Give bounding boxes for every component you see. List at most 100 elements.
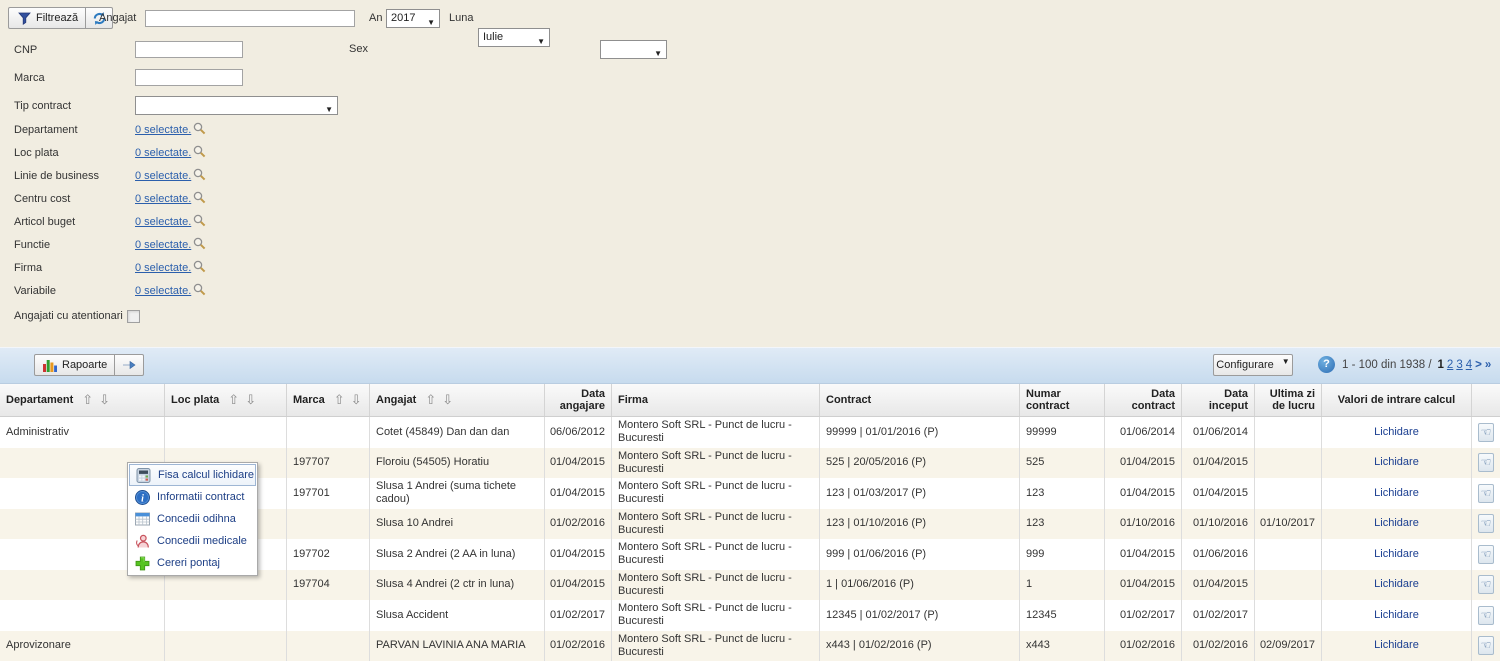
cnp-input[interactable] <box>135 41 243 58</box>
filter-button-group: Filtrează <box>8 7 113 29</box>
angajat-label: Angajat <box>99 12 136 24</box>
chevron-down-icon: ▼ <box>427 14 435 31</box>
column-header-departament[interactable]: Departament ⇧⇩ <box>0 384 165 416</box>
selectate-link[interactable]: 0 selectate. <box>135 216 191 228</box>
row-detail-hand-icon[interactable]: ☜ <box>1478 575 1494 594</box>
row-detail-hand-icon[interactable]: ☜ <box>1478 484 1494 503</box>
lichidare-link[interactable]: Lichidare <box>1374 578 1419 591</box>
sort-asc-icon[interactable]: ⇧ <box>334 393 345 407</box>
lichidare-link[interactable]: Lichidare <box>1374 548 1419 561</box>
lichidare-link[interactable]: Lichidare <box>1374 426 1419 439</box>
magnifier-icon[interactable] <box>193 283 206 299</box>
selectate-link[interactable]: 0 selectate. <box>135 285 191 297</box>
cell-data_inceput: 01/10/2016 <box>1182 509 1255 540</box>
column-header-data-contract[interactable]: Data contract <box>1105 384 1182 416</box>
pagination-last-icon[interactable]: » <box>1485 359 1491 371</box>
row-action-cell: ☜ <box>1472 509 1500 540</box>
cell-data_angajare: 01/02/2017 <box>545 600 612 631</box>
lichidare-link[interactable]: Lichidare <box>1374 639 1419 652</box>
row-detail-hand-icon[interactable]: ☜ <box>1478 545 1494 564</box>
column-header-label: Angajat <box>376 394 416 406</box>
cell-firma: Montero Soft SRL - Punct de lucru - Bucu… <box>612 417 820 448</box>
column-header-data-angajare[interactable]: Data angajare <box>545 384 612 416</box>
cell-numar_contract: 1 <box>1020 570 1105 601</box>
lookup-filter-row: Firma0 selectate. <box>14 260 1500 276</box>
an-select[interactable]: 2017 ▼ <box>386 9 440 28</box>
selectate-link[interactable]: 0 selectate. <box>135 170 191 182</box>
selectate-link[interactable]: 0 selectate. <box>135 262 191 274</box>
menu-item-cereri-pontaj[interactable]: Cereri pontaj <box>129 552 256 574</box>
menu-item-concedii-medicale[interactable]: Concedii medicale <box>129 530 256 552</box>
lichidare-link[interactable]: Lichidare <box>1374 609 1419 622</box>
menu-item-informatii-contract[interactable]: i Informatii contract <box>129 486 256 508</box>
lichidare-link[interactable]: Lichidare <box>1374 517 1419 530</box>
tip-contract-select[interactable]: ▼ <box>135 96 338 115</box>
magnifier-icon[interactable] <box>193 145 206 161</box>
cell-data_angajare: 01/04/2015 <box>545 478 612 509</box>
sex-select[interactable]: ▼ <box>600 40 667 59</box>
chevron-down-icon: ▼ <box>325 101 333 118</box>
filter-button[interactable]: Filtrează <box>8 7 86 29</box>
column-header-marca[interactable]: Marca ⇧⇩ <box>287 384 370 416</box>
rapoarte-export-button[interactable] <box>115 354 144 376</box>
cell-valori: Lichidare <box>1322 539 1472 570</box>
pagination-next-icon[interactable]: > <box>1475 359 1482 371</box>
magnifier-icon[interactable] <box>193 168 206 184</box>
marca-input[interactable] <box>135 69 243 86</box>
column-header-firma[interactable]: Firma <box>612 384 820 416</box>
column-header-valori[interactable]: Valori de intrare calcul <box>1322 384 1472 416</box>
menu-item-fisa-calcul-lichidare[interactable]: Fisa calcul lichidare <box>129 464 256 486</box>
row-detail-hand-icon[interactable]: ☜ <box>1478 453 1494 472</box>
sort-asc-icon[interactable]: ⇧ <box>228 393 239 407</box>
selectate-link[interactable]: 0 selectate. <box>135 124 191 136</box>
menu-item-concedii-odihna[interactable]: Concedii odihna <box>129 508 256 530</box>
sort-desc-icon[interactable]: ⇩ <box>351 393 362 407</box>
column-header-angajat[interactable]: Angajat ⇧ ⇩ <box>370 384 545 416</box>
rapoarte-button[interactable]: Rapoarte <box>34 354 115 376</box>
magnifier-icon[interactable] <box>193 122 206 138</box>
menu-item-label: Concedii odihna <box>157 513 236 525</box>
column-header-loc-plata[interactable]: Loc plata ⇧⇩ <box>165 384 287 416</box>
pagination-page-link[interactable]: 3 <box>1456 359 1462 371</box>
configurare-button[interactable]: Configurare ▼ <box>1213 354 1293 376</box>
sort-asc-icon[interactable]: ⇧ <box>82 393 93 407</box>
pagination-page-link[interactable]: 4 <box>1466 359 1472 371</box>
column-header-numar-contract[interactable]: Numar contract <box>1020 384 1105 416</box>
lichidare-link[interactable]: Lichidare <box>1374 456 1419 469</box>
lookup-filter-label: Departament <box>14 124 135 136</box>
row-detail-hand-icon[interactable]: ☜ <box>1478 636 1494 655</box>
cell-numar_contract: 99999 <box>1020 417 1105 448</box>
column-header-contract[interactable]: Contract <box>820 384 1020 416</box>
sort-desc-icon[interactable]: ⇩ <box>99 393 110 407</box>
row-detail-hand-icon[interactable]: ☜ <box>1478 606 1494 625</box>
row-action-cell: ☜ <box>1472 570 1500 601</box>
column-header-data-inceput[interactable]: Data inceput <box>1182 384 1255 416</box>
pagination-page-link[interactable]: 2 <box>1447 359 1453 371</box>
cell-data_angajare: 06/06/2012 <box>545 417 612 448</box>
selectate-link[interactable]: 0 selectate. <box>135 239 191 251</box>
cell-departament: Administrativ <box>0 417 165 448</box>
cell-numar_contract: 12345 <box>1020 600 1105 631</box>
sort-asc-icon[interactable]: ⇧ <box>425 393 436 407</box>
magnifier-icon[interactable] <box>193 237 206 253</box>
help-icon[interactable]: ? <box>1318 356 1335 373</box>
selectate-link[interactable]: 0 selectate. <box>135 193 191 205</box>
magnifier-icon[interactable] <box>193 214 206 230</box>
row-detail-hand-icon[interactable]: ☜ <box>1478 423 1494 442</box>
magnifier-icon[interactable] <box>193 191 206 207</box>
table-row[interactable]: AdministrativCotet (45849) Dan dan dan06… <box>0 417 1500 448</box>
selectate-link[interactable]: 0 selectate. <box>135 147 191 159</box>
lichidare-link[interactable]: Lichidare <box>1374 487 1419 500</box>
sort-desc-icon[interactable]: ⇩ <box>245 393 256 407</box>
marca-label: Marca <box>14 72 135 84</box>
sort-desc-icon[interactable]: ⇩ <box>442 393 453 407</box>
magnifier-icon[interactable] <box>193 260 206 276</box>
column-header-ultima-zi[interactable]: Ultima zi de lucru <box>1255 384 1322 416</box>
angajat-input[interactable] <box>145 10 355 27</box>
row-detail-hand-icon[interactable]: ☜ <box>1478 514 1494 533</box>
atentionari-checkbox[interactable] <box>127 310 140 323</box>
tip-contract-row: Tip contract ▼ <box>14 96 1500 115</box>
table-row[interactable]: Slusa Accident01/02/2017Montero Soft SRL… <box>0 600 1500 631</box>
filter-panel: Filtrează Angajat An 2017 ▼ Luna <box>0 0 1500 347</box>
table-row[interactable]: AprovizonarePARVAN LAVINIA ANA MARIA01/0… <box>0 631 1500 661</box>
